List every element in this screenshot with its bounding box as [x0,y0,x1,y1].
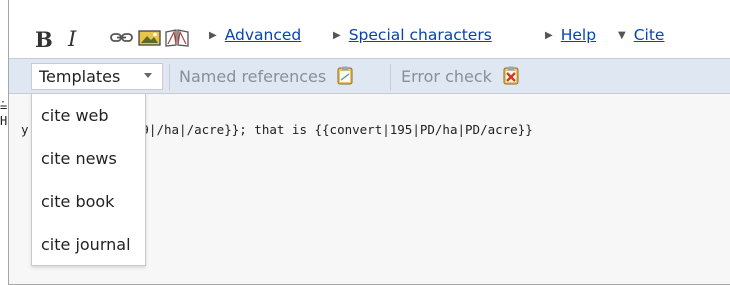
templates-dropdown-menu: cite web cite news cite book cite journa… [31,93,146,266]
collapsed-triangle-icon: ▶ [333,30,341,41]
tab-advanced-label: Advanced [224,26,302,44]
clipboard-icon [337,66,353,85]
tab-special-characters-label: Special characters [348,26,492,44]
tab-advanced[interactable]: ▶ Advanced [209,26,301,44]
menu-item-cite-book[interactable]: cite book [41,192,114,211]
expanded-triangle-icon: ▼ [618,30,626,41]
templates-dropdown-button[interactable]: Templates [31,63,163,90]
left-edge-line1: = [0,100,8,114]
menu-item-cite-news[interactable]: cite news [41,149,117,168]
collapsed-triangle-icon: ▶ [545,30,553,41]
menu-item-cite-web[interactable]: cite web [41,106,109,125]
left-edge-line2: H [0,114,8,128]
error-check-button[interactable]: Error check [401,65,521,86]
named-references-button[interactable]: Named references [179,65,355,86]
tab-cite-label: Cite [633,26,665,44]
chevron-down-icon [144,73,152,78]
image-icon[interactable] [137,28,163,48]
italic-button[interactable]: I [68,27,76,51]
formatting-toolbar: B I ▶ Advanced ▶ Special characters ▶ He… [9,0,730,58]
collapsed-triangle-icon: ▶ [209,30,217,41]
wikitext-editor: B I ▶ Advanced ▶ Special characters ▶ He… [8,0,730,285]
link-icon[interactable] [109,28,135,48]
menu-item-cite-journal[interactable]: cite journal [41,235,131,254]
named-references-label: Named references [179,67,327,86]
cite-toolbar: Templates Named references Error check [9,58,730,94]
tab-cite[interactable]: ▼ Cite [618,26,664,44]
reference-book-icon[interactable] [164,28,190,48]
templates-label: Templates [39,67,121,86]
error-clipboard-icon [503,66,519,85]
tab-help[interactable]: ▶ Help [545,26,596,44]
error-check-label: Error check [401,67,492,86]
tab-special-characters[interactable]: ▶ Special characters [333,26,492,44]
toolbar-divider [390,64,391,90]
bold-button[interactable]: B [35,27,53,52]
toolbar-divider [169,64,170,90]
tab-help-label: Help [560,26,597,44]
